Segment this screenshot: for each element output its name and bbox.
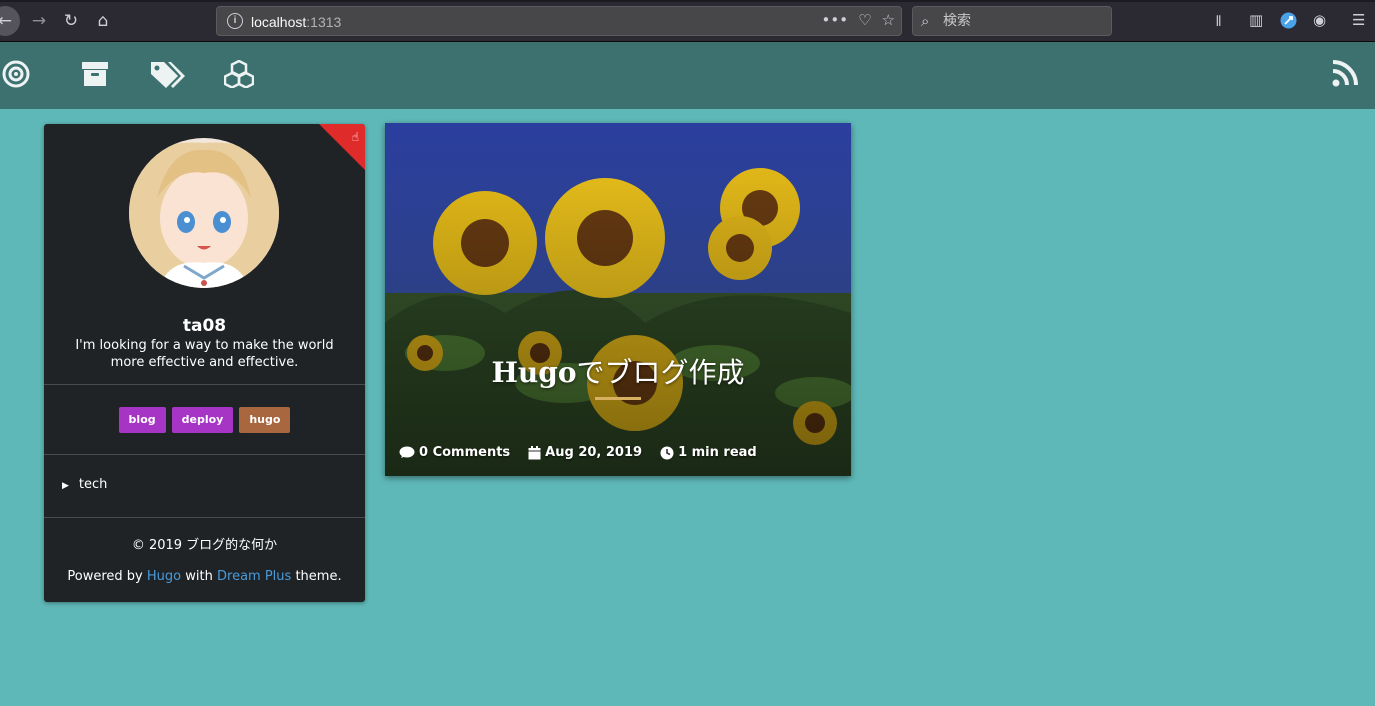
extension-icon[interactable]: [1280, 12, 1297, 33]
back-button[interactable]: ←: [0, 6, 20, 36]
home-target-icon[interactable]: [2, 60, 30, 93]
page-actions-icon[interactable]: •••: [822, 11, 849, 29]
dream-plus-link[interactable]: Dream Plus: [217, 569, 291, 584]
library-icon[interactable]: 𝍪: [1216, 11, 1221, 36]
pointer-hand-icon[interactable]: ☝: [352, 130, 359, 144]
caret-right-icon: ▶: [62, 481, 69, 491]
tag-deploy[interactable]: deploy: [171, 407, 234, 433]
tag-hugo[interactable]: hugo: [239, 407, 291, 433]
avatar: [129, 138, 279, 288]
sidebar-toggle-icon[interactable]: ▥: [1249, 11, 1263, 29]
post-card[interactable]: Hugoでブログ作成 0 Comments Aug 20, 2019 1 min…: [385, 123, 851, 476]
pocket-icon[interactable]: ♡: [858, 11, 871, 29]
site-navbar: [0, 42, 1375, 109]
categories-cubes-icon[interactable]: [223, 59, 255, 93]
tag-list: blog deploy hugo: [44, 407, 365, 433]
calendar-icon: [528, 445, 541, 459]
account-icon[interactable]: ◉: [1313, 11, 1326, 29]
post-title[interactable]: Hugoでブログ作成: [385, 351, 851, 391]
post-cover-image: [385, 123, 851, 476]
divider: [44, 517, 365, 518]
comment-icon: [399, 446, 415, 458]
comments-meta[interactable]: 0 Comments: [399, 445, 510, 460]
clock-icon: [660, 446, 674, 459]
browser-toolbar: ← → ↻ ⌂ i localhost:1313 ••• ♡ ☆ ⌕ 𝍪 ▥ ◉…: [0, 0, 1375, 42]
category-item-tech[interactable]: ▶ tech: [62, 477, 107, 492]
title-underline: [595, 397, 641, 400]
forward-button[interactable]: →: [28, 10, 50, 32]
author-bio: I'm looking for a way to make the world …: [75, 338, 334, 370]
home-button[interactable]: ⌂: [92, 10, 114, 32]
site-info-icon[interactable]: i: [227, 13, 243, 29]
divider: [44, 384, 365, 385]
archive-icon[interactable]: [81, 60, 109, 93]
search-icon: ⌕: [921, 12, 930, 30]
tag-blog[interactable]: blog: [118, 407, 166, 433]
rss-icon[interactable]: [1332, 59, 1358, 92]
profile-sidebar: ☝ ta08 I'm looking for a way to make the…: [44, 124, 365, 602]
powered-by-text: Powered by Hugo with Dream Plus theme.: [67, 569, 342, 584]
date-meta: Aug 20, 2019: [528, 445, 642, 460]
divider: [44, 454, 365, 455]
tags-icon[interactable]: [150, 60, 186, 93]
menu-icon[interactable]: ☰: [1352, 11, 1365, 29]
search-input[interactable]: [943, 12, 1103, 30]
post-meta: 0 Comments Aug 20, 2019 1 min read: [399, 445, 757, 460]
read-time-meta: 1 min read: [660, 445, 757, 460]
url-bar[interactable]: i localhost:1313 ••• ♡ ☆: [216, 6, 902, 36]
url-text: localhost:1313: [251, 14, 342, 30]
copyright-text: © 2019 ブログ的な何か: [131, 538, 278, 553]
hugo-link[interactable]: Hugo: [147, 569, 181, 584]
search-bar[interactable]: ⌕: [912, 6, 1112, 36]
reload-button[interactable]: ↻: [60, 10, 82, 32]
bookmark-star-icon[interactable]: ☆: [882, 11, 895, 29]
category-label: tech: [78, 477, 108, 492]
tab-strip: [0, 0, 1375, 2]
author-name: ta08: [182, 316, 227, 336]
